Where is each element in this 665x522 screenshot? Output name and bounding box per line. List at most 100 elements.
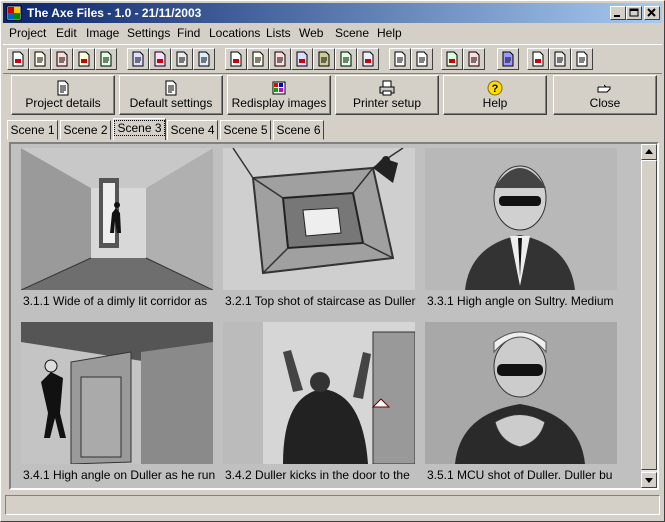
swap-icon (198, 51, 210, 67)
swap-tool-button[interactable] (193, 48, 215, 70)
text-doc-icon (416, 51, 428, 67)
paste-tool-button[interactable] (171, 48, 193, 70)
shot-thumbnail-corridor[interactable] (21, 148, 213, 290)
redisplay-images-button[interactable]: Redisplay images (227, 75, 331, 115)
tab-scene-5[interactable]: Scene 5 (220, 120, 271, 140)
shot-caption: 3.1.1 Wide of a dimly lit corridor as (23, 294, 208, 308)
menu-lists[interactable]: Lists (266, 26, 291, 40)
globe-icon (502, 51, 514, 67)
pages-icon (252, 51, 264, 67)
menu-project[interactable]: Project (9, 26, 46, 40)
close-window-button[interactable] (644, 6, 660, 20)
tab-label: Scene 4 (170, 123, 215, 137)
minimize-button[interactable] (610, 6, 626, 20)
pencil-icon (318, 51, 330, 67)
shot-thumbnail-staircase[interactable] (223, 148, 415, 290)
shot-caption: 3.4.1 High angle on Duller as he run (23, 468, 215, 482)
reload-icon (468, 51, 480, 67)
door-sketch (223, 322, 415, 464)
new-doc-tool-button[interactable] (7, 48, 29, 70)
corridor-sketch (21, 148, 213, 290)
vertical-scrollbar[interactable] (641, 144, 657, 488)
project-details-button[interactable]: Project details (11, 75, 115, 115)
pages-tool-button[interactable] (247, 48, 269, 70)
help-label: Help (482, 96, 508, 110)
reload-tool-button[interactable] (463, 48, 485, 70)
printer-tool-button[interactable] (527, 48, 549, 70)
new-doc-icon (12, 51, 24, 67)
copy-tool-button[interactable] (149, 48, 171, 70)
redisplay-images-label: Redisplay images (231, 96, 327, 110)
shot-thumbnail-door[interactable] (223, 322, 415, 464)
tab-scene-4[interactable]: Scene 4 (167, 120, 218, 140)
minimize-icon (614, 15, 620, 17)
shot-thumbnail-portrait[interactable] (425, 148, 617, 290)
menu-settings[interactable]: Settings (127, 26, 170, 40)
close-button[interactable]: Close (553, 75, 657, 115)
shot-thumbnail-mcu[interactable] (425, 322, 617, 464)
print-doc-tool-button[interactable] (51, 48, 73, 70)
tab-scene-3[interactable]: Scene 3 (113, 118, 166, 140)
tab-scene-1[interactable]: Scene 1 (7, 120, 58, 140)
maximize-button[interactable] (626, 6, 642, 20)
default-settings-button[interactable]: Default settings (119, 75, 223, 115)
document-set-tool-button[interactable] (357, 48, 379, 70)
title-bar[interactable]: The Axe Files - 1.0 - 21/11/2003 (3, 3, 662, 23)
pencil-tool-button[interactable] (313, 48, 335, 70)
menu-image[interactable]: Image (86, 26, 119, 40)
menu-help[interactable]: Help (377, 26, 402, 40)
tab-scene-2[interactable]: Scene 2 (60, 120, 111, 140)
print-tool-button[interactable] (269, 48, 291, 70)
scissors-tool-button[interactable] (127, 48, 149, 70)
printer-setup-button[interactable]: Printer setup (335, 75, 439, 115)
globe-tool-button[interactable] (497, 48, 519, 70)
printer-icon (532, 51, 544, 67)
default-settings-label: Default settings (129, 96, 213, 110)
app-icon (6, 5, 22, 21)
blank-doc-tool-button[interactable] (225, 48, 247, 70)
down-arrow-icon (645, 478, 653, 483)
help-icon: ? (487, 80, 503, 96)
pointing-hand-icon (597, 84, 611, 93)
scroll-down-button[interactable] (641, 472, 657, 488)
tab-scene-6[interactable]: Scene 6 (273, 120, 324, 140)
scrollbar-thumb[interactable] (641, 160, 657, 470)
multi-print-tool-button[interactable] (291, 48, 313, 70)
printer-list-tool-button[interactable] (571, 48, 593, 70)
maximize-icon (629, 8, 639, 17)
mcu-sketch (425, 322, 617, 464)
svg-text:?: ? (492, 83, 499, 95)
open-doc-tool-button[interactable] (29, 48, 51, 70)
play-tool-button[interactable] (335, 48, 357, 70)
shot-caption: 3.3.1 High angle on Sultry. Medium (427, 294, 614, 308)
scroll-up-button[interactable] (641, 144, 657, 160)
menu-scene[interactable]: Scene (335, 26, 369, 40)
link-tool-button[interactable] (441, 48, 463, 70)
palette-icon (272, 81, 286, 95)
up-arrow-icon (645, 149, 653, 154)
tab-label: Scene 2 (63, 123, 108, 137)
blank-doc-icon (230, 51, 242, 67)
paste-icon (176, 51, 188, 67)
font-tool-button[interactable] (389, 48, 411, 70)
status-bar (5, 495, 660, 515)
folders-tool-button[interactable] (95, 48, 117, 70)
folder-tool-button[interactable] (73, 48, 95, 70)
shot-thumbnail-running[interactable] (21, 322, 213, 464)
menu-find[interactable]: Find (177, 26, 200, 40)
shot-caption: 3.2.1 Top shot of staircase as Duller (225, 294, 416, 308)
printer-alt-icon (554, 51, 566, 67)
printer-alt-tool-button[interactable] (549, 48, 571, 70)
shot-caption: 3.4.2 Duller kicks in the door to the (225, 468, 410, 482)
menu-edit[interactable]: Edit (56, 26, 77, 40)
menu-bar: Project Edit Image Settings Find Locatio… (3, 24, 662, 42)
multi-print-icon (296, 51, 308, 67)
text-doc-tool-button[interactable] (411, 48, 433, 70)
menu-web[interactable]: Web (299, 26, 323, 40)
document-icon (57, 80, 69, 96)
menu-locations[interactable]: Locations (209, 26, 260, 40)
printer-setup-label: Printer setup (352, 96, 422, 110)
tab-label: Scene 6 (276, 123, 321, 137)
shot-caption: 3.5.1 MCU shot of Duller. Duller bu (427, 468, 613, 482)
help-button[interactable]: ? Help (443, 75, 547, 115)
